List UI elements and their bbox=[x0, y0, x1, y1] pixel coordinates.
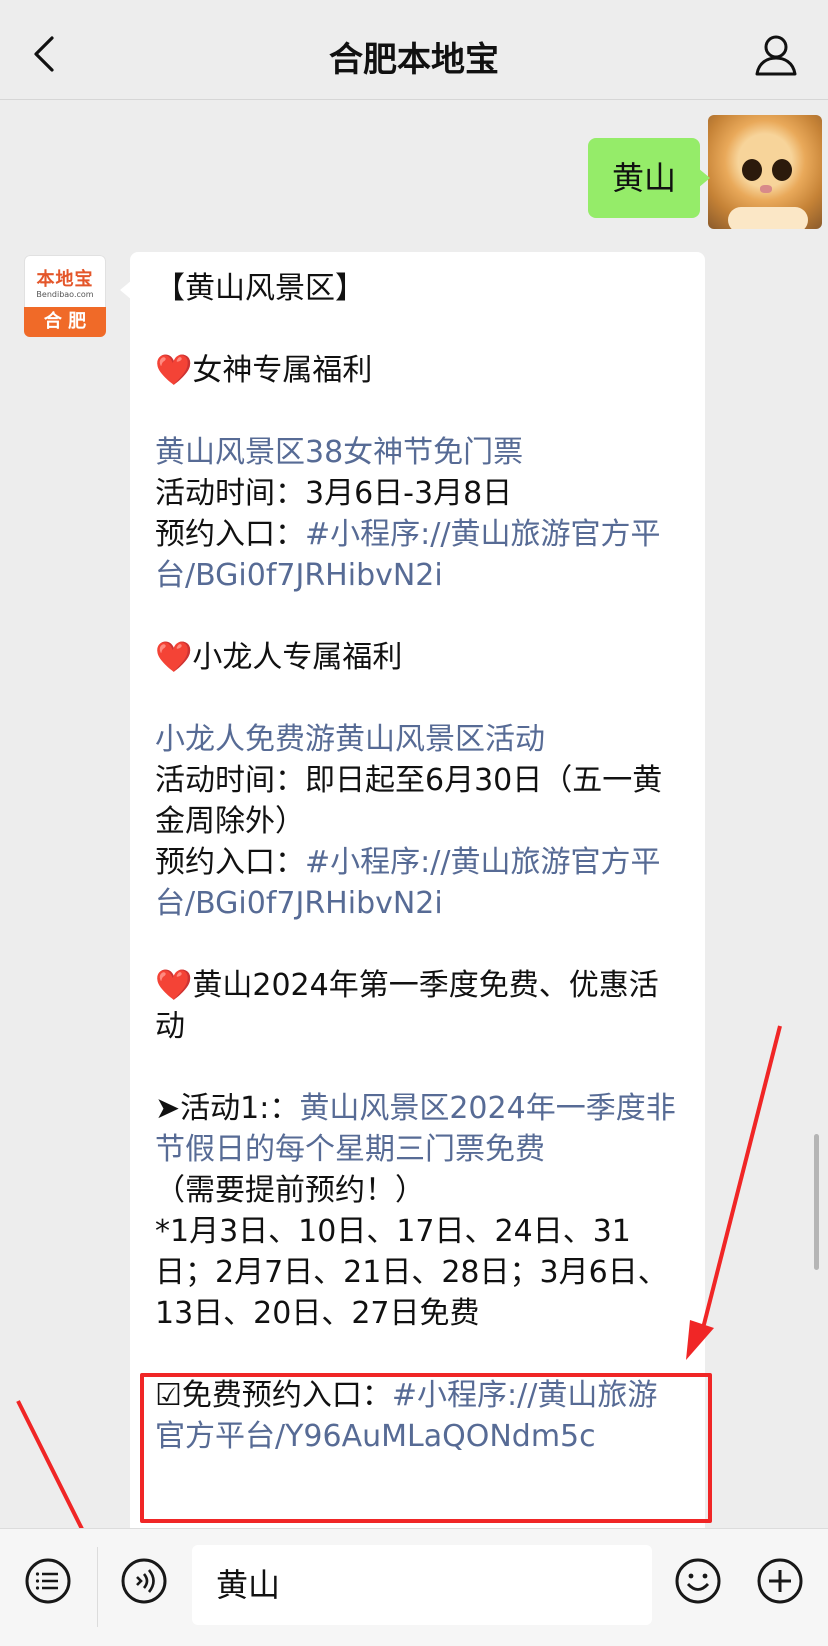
avatar-brand-sub: Bendibao.com bbox=[36, 290, 94, 299]
scrollbar[interactable] bbox=[814, 1134, 819, 1270]
section-title: ❤️黄山2024年第一季度免费、优惠活动 bbox=[155, 968, 659, 1044]
input-bar: 黄山 bbox=[0, 1528, 828, 1646]
free-dates: *1月3日、10日、17日、24日、31日；2月7日、21日、28日；3月6日、… bbox=[155, 1214, 668, 1331]
entry-line: 预约入口：#小程序://黄山旅游官方平台/BGi0f7JRHibvN2i bbox=[155, 845, 661, 921]
top-bar: 合肥本地宝 bbox=[0, 0, 828, 100]
person-icon[interactable] bbox=[754, 34, 798, 76]
event-link[interactable]: 小龙人免费游黄山风景区活动 bbox=[155, 719, 680, 760]
message-input[interactable]: 黄山 bbox=[192, 1545, 652, 1625]
reply-message-bubble: 【黄山风景区】 ❤️女神专属福利 黄山风景区38女神节免门票 活动时间：3月6日… bbox=[120, 252, 705, 1528]
list-menu-icon[interactable] bbox=[24, 1557, 72, 1605]
section-title: ❤️女神专属福利 bbox=[155, 353, 373, 388]
user-avatar[interactable] bbox=[708, 115, 822, 229]
event-time: 活动时间：即日起至6月30日（五一黄金周除外） bbox=[155, 763, 663, 839]
activity-note: （需要提前预约！） bbox=[155, 1173, 425, 1208]
event-link[interactable]: 黄山风景区38女神节免门票 bbox=[155, 432, 680, 473]
chat-area[interactable]: 黄山 本地宝 Bendibao.com 合 肥 【黄山风景区】 ❤️女神专属福利… bbox=[0, 100, 828, 1528]
plus-icon[interactable] bbox=[756, 1557, 804, 1605]
divider bbox=[97, 1547, 98, 1627]
heart-icon: ❤️ bbox=[155, 640, 193, 675]
voice-icon[interactable] bbox=[120, 1557, 168, 1605]
page-title: 合肥本地宝 bbox=[329, 40, 499, 80]
emoji-icon[interactable] bbox=[674, 1557, 722, 1605]
entry-line: 预约入口：#小程序://黄山旅游官方平台/BGi0f7JRHibvN2i bbox=[155, 517, 661, 593]
activity-line: ➤活动1:：黄山风景区2024年一季度非节假日的每个星期三门票免费 bbox=[155, 1091, 676, 1167]
avatar-brand: 本地宝 bbox=[36, 269, 94, 290]
free-entry-line: ☑免费预约入口：#小程序://黄山旅游官方平台/Y96AuMLaQONdm5c bbox=[155, 1378, 658, 1454]
heart-icon: ❤️ bbox=[155, 353, 193, 388]
heart-icon: ❤️ bbox=[155, 968, 193, 1003]
sent-message-text: 黄山 bbox=[611, 159, 676, 197]
event-time: 活动时间：3月6日-3月8日 bbox=[155, 476, 513, 511]
section-title: ❤️小龙人专属福利 bbox=[155, 640, 403, 675]
avatar-city: 合 肥 bbox=[24, 307, 106, 337]
sent-message-bubble[interactable]: 黄山 bbox=[587, 138, 711, 218]
reply-heading: 【黄山风景区】 bbox=[155, 271, 365, 306]
bot-avatar[interactable]: 本地宝 Bendibao.com 合 肥 bbox=[24, 255, 106, 337]
